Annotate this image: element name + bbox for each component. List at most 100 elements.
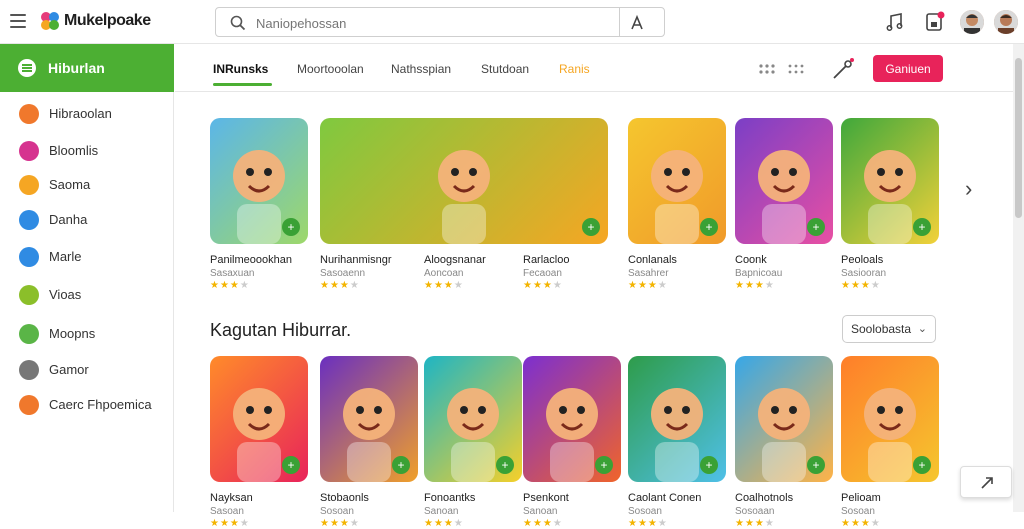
sidebar-item-label: Moopns bbox=[49, 326, 96, 341]
category-icon bbox=[19, 395, 39, 415]
collapse-icon[interactable] bbox=[979, 475, 995, 491]
category-icon bbox=[19, 104, 39, 124]
install-badge-icon[interactable]: + bbox=[700, 218, 718, 236]
tab[interactable]: Moortooolan bbox=[297, 62, 364, 76]
sidebar-item[interactable]: Caerc Fhpoemica bbox=[0, 387, 174, 423]
sidebar-item-label: Marle bbox=[49, 249, 82, 264]
app-title: Coonk bbox=[735, 254, 767, 266]
app-thumbnail[interactable]: + bbox=[841, 118, 939, 244]
list-icon bbox=[18, 59, 36, 77]
next-arrow-icon[interactable]: › bbox=[965, 176, 972, 202]
install-badge-icon[interactable]: + bbox=[496, 456, 514, 474]
collapse-popup[interactable] bbox=[960, 466, 1012, 498]
app-card[interactable]: + Fonoantks Sanoan ★★★★ bbox=[424, 356, 522, 529]
notification-icon[interactable] bbox=[924, 11, 946, 33]
app-title: Nayksan bbox=[210, 492, 253, 504]
install-badge-icon[interactable]: + bbox=[595, 456, 613, 474]
rating-stars: ★★★★ bbox=[841, 280, 881, 291]
app-name[interactable]: Mukelpoake bbox=[64, 12, 151, 30]
app-thumbnail[interactable]: + bbox=[320, 356, 418, 482]
sidebar-header[interactable]: Hiburlan bbox=[0, 44, 174, 92]
app-card[interactable]: + Caolant Conen Sosoan ★★★★ bbox=[628, 356, 726, 529]
sort-label: Soolobasta bbox=[851, 322, 912, 336]
avatar[interactable] bbox=[994, 10, 1018, 34]
sidebar: Hiburlan Hibraoolan Bloomlis Saoma Danha Mar… bbox=[0, 44, 174, 512]
search-divider bbox=[619, 8, 620, 36]
tab[interactable]: Stutdoan bbox=[481, 62, 529, 76]
rating-stars: ★★★★ bbox=[628, 518, 668, 529]
install-badge-icon[interactable]: + bbox=[913, 456, 931, 474]
app-subtitle: Fecaoan bbox=[523, 268, 562, 279]
app-thumbnail[interactable]: + bbox=[424, 356, 522, 482]
category-icon bbox=[19, 324, 39, 344]
scrollbar[interactable] bbox=[1013, 44, 1024, 512]
category-icon bbox=[19, 247, 39, 267]
app-subtitle: Sasiooran bbox=[841, 268, 887, 279]
app-card[interactable]: + Coalhotnols Sosoaan ★★★★ bbox=[735, 356, 833, 529]
install-badge-icon[interactable]: + bbox=[392, 456, 410, 474]
sidebar-item-label: Saoma bbox=[49, 177, 91, 192]
tab[interactable]: Ranis bbox=[559, 62, 590, 76]
app-card[interactable]: + Conlanals Sasahrer ★★★★ bbox=[628, 118, 726, 291]
app-card[interactable]: + Stobaonls Sosoan ★★★★ bbox=[320, 356, 418, 529]
app-thumbnail[interactable]: + bbox=[210, 356, 308, 482]
install-badge-icon[interactable]: + bbox=[282, 218, 300, 236]
app-thumbnail[interactable]: + bbox=[735, 356, 833, 482]
rating-stars: ★★★★ bbox=[628, 280, 668, 291]
app-thumbnail[interactable]: + bbox=[210, 118, 308, 244]
app-subtitle: Bapnicoau bbox=[735, 268, 783, 279]
sort-dropdown[interactable]: Soolobasta ⌄ bbox=[842, 315, 936, 343]
app-thumbnail[interactable]: + bbox=[841, 356, 939, 482]
sidebar-item[interactable]: Vioas bbox=[0, 277, 174, 313]
sidebar-item[interactable]: Saoma bbox=[0, 167, 174, 203]
category-icon bbox=[19, 141, 39, 161]
rating-stars: ★★★★ bbox=[320, 518, 360, 529]
install-badge-icon[interactable]: + bbox=[807, 456, 825, 474]
action-button[interactable]: Ganiuen bbox=[873, 55, 943, 82]
sidebar-item[interactable]: Gamor bbox=[0, 352, 174, 388]
rating-stars: ★★★★ bbox=[523, 518, 563, 529]
app-title: Fonoantks bbox=[424, 492, 476, 504]
install-badge-icon[interactable]: + bbox=[913, 218, 931, 236]
scrollbar-thumb[interactable] bbox=[1015, 58, 1022, 218]
app-title: Rarlacloo bbox=[523, 254, 570, 266]
app-logo-icon[interactable] bbox=[38, 9, 62, 33]
music-icon[interactable] bbox=[884, 11, 906, 33]
app-title: Caolant Conen bbox=[628, 492, 702, 504]
app-title: Peoloals bbox=[841, 254, 884, 266]
app-card[interactable]: +AloogsnanarAoncoan★★★★ bbox=[424, 118, 522, 291]
sidebar-header-label: Hiburlan bbox=[48, 60, 105, 76]
app-subtitle: Sasoaenn bbox=[320, 268, 366, 279]
app-card[interactable]: + Nayksan Sasoan ★★★★ bbox=[210, 356, 308, 529]
menu-icon[interactable] bbox=[10, 14, 26, 28]
app-card[interactable]: + Pelioam Sosoan ★★★★ bbox=[841, 356, 939, 529]
app-card[interactable]: + Panilmeoookhan Sasaxuan ★★★★ bbox=[210, 118, 308, 291]
sidebar-item[interactable]: Bloomlis bbox=[0, 133, 174, 169]
app-card[interactable]: + Psenkont Sanoan ★★★★ bbox=[523, 356, 621, 529]
app-card[interactable]: + Coonk Bapnicoau ★★★★ bbox=[735, 118, 833, 291]
app-thumbnail[interactable]: + bbox=[628, 118, 726, 244]
sidebar-item[interactable]: Hibraoolan bbox=[0, 96, 174, 132]
sidebar-item[interactable]: Marle bbox=[0, 239, 174, 275]
search-input[interactable] bbox=[256, 13, 616, 33]
app-card[interactable]: +RarlaclooFecaoan★★★★ bbox=[523, 118, 621, 291]
app-thumbnail[interactable]: + bbox=[523, 356, 621, 482]
sidebar-item[interactable]: Moopns bbox=[0, 316, 174, 352]
grid-view-icon[interactable] bbox=[758, 63, 806, 75]
avatar[interactable] bbox=[960, 10, 984, 34]
sidebar-item-label: Hibraoolan bbox=[49, 106, 112, 121]
install-badge-icon[interactable]: + bbox=[282, 456, 300, 474]
install-badge-icon[interactable]: + bbox=[700, 456, 718, 474]
app-card[interactable]: + Peoloals Sasiooran ★★★★ bbox=[841, 118, 939, 291]
sidebar-item[interactable]: Danha bbox=[0, 202, 174, 238]
tab[interactable]: Nathsspian bbox=[391, 62, 451, 76]
voice-search-icon[interactable] bbox=[628, 14, 646, 32]
app-thumbnail[interactable]: + bbox=[628, 356, 726, 482]
app-thumbnail[interactable]: + bbox=[735, 118, 833, 244]
category-icon bbox=[19, 360, 39, 380]
install-badge-icon[interactable]: + bbox=[807, 218, 825, 236]
sidebar-item-label: Gamor bbox=[49, 362, 89, 377]
rating-stars: ★★★★ bbox=[424, 518, 464, 529]
tab[interactable]: INRunsks bbox=[213, 62, 273, 86]
edit-icon[interactable] bbox=[830, 56, 856, 82]
